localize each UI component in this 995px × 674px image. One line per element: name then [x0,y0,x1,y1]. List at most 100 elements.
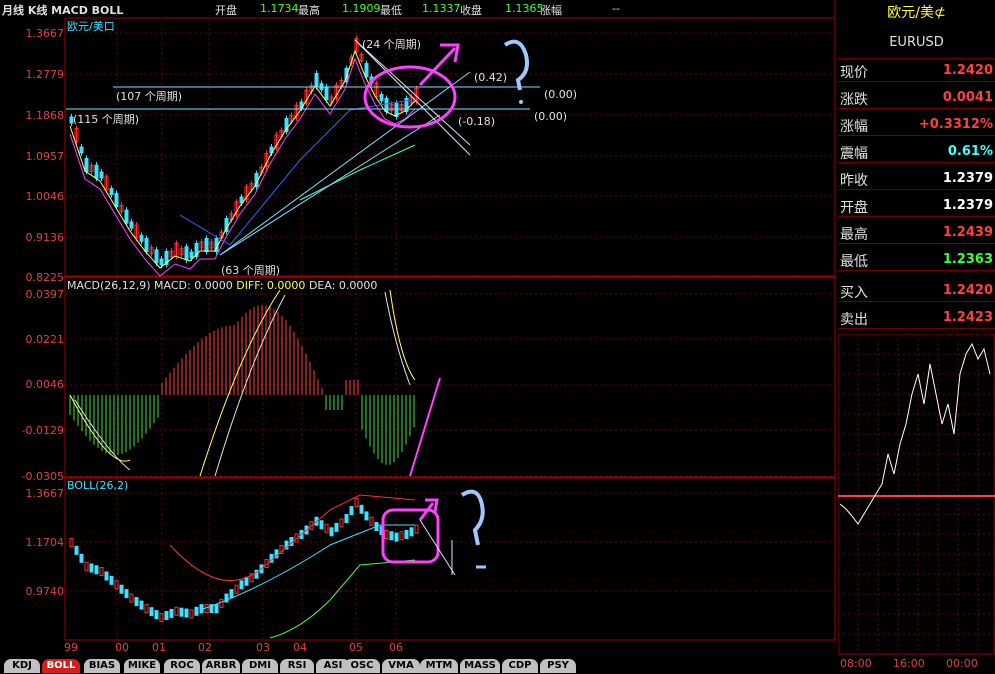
candle-body [314,73,319,87]
quote-row-value: 1.2423 [942,310,993,325]
candle-body [204,238,209,252]
tab-mass[interactable]: MASS [460,659,500,673]
tab-vma[interactable]: VMA [382,659,420,673]
intraday-x-tick: 00:00 [946,657,978,670]
boll-candle [169,608,174,618]
annotation-000-b: (0.00) [534,110,568,123]
tab-rsi[interactable]: RSI [280,659,314,673]
candle-body [159,258,164,266]
boll-y-tick: 1.1704 [25,536,65,549]
boll-candle [404,529,409,539]
quote-row-value: 1.2420 [942,283,993,298]
boll-candle [79,553,84,563]
boll-candle [184,608,189,618]
trend-line [219,71,471,256]
x-tick: 01 [152,641,166,654]
question-mark [460,489,485,546]
intraday-chart[interactable] [838,334,995,674]
boll-candle [339,518,344,528]
boll-candle [324,523,329,533]
boll-candle [139,600,144,610]
tab-osc[interactable]: OSC [344,659,380,673]
tab-cdp[interactable]: CDP [502,659,538,673]
boll-candle [144,604,149,614]
tab-mtm[interactable]: MTM [420,659,458,673]
x-tick: 05 [349,641,363,654]
quote-row-amplitude: 震幅 0.61% [838,140,995,163]
tab-arbr[interactable]: ARBR [202,659,240,673]
boll-candle [119,584,124,594]
candle-body [384,98,389,112]
candle-body [379,94,384,101]
candle-body [144,238,149,252]
x-tick: 00 [115,641,129,654]
ma-line [299,144,416,201]
candle-body [364,63,369,77]
y-tick: 0.8225 [25,271,65,284]
boll-candle [239,580,244,590]
quote-row-price: 现价 1.2420 [838,59,995,82]
boll-candle [149,607,154,617]
boll-candle [364,511,369,521]
boll-y-tick: 0.9740 [25,585,65,598]
quote-row-value: 1.2420 [942,63,993,78]
tab-boll[interactable]: BOLL [42,659,80,673]
annotation-24-period: (24 个周期) [362,38,422,51]
boll-candle [409,527,414,537]
boll-lower [269,559,416,639]
boll-candle [234,584,239,594]
tab-kdj[interactable]: KDJ [4,659,40,673]
candle-body [94,164,99,179]
candle-body [189,251,194,259]
boll-candle [394,532,399,542]
x-tick: 02 [198,641,212,654]
question-mark-dot [519,100,523,104]
quote-row-value: 1.2379 [942,171,993,186]
question-mark [503,39,529,91]
candle-body [139,234,144,242]
ma-line [179,99,411,246]
tab-roc[interactable]: ROC [164,659,200,673]
x-tick: 06 [389,641,403,654]
macd-value: MACD: 0.0000 [154,279,233,292]
x-tick: 99 [64,641,78,654]
intraday-x-tick: 08:00 [840,657,872,670]
quote-code: EURUSD [889,35,944,50]
boll-candle [94,565,99,575]
boll-candle [229,589,234,599]
candle-body [124,209,129,224]
y-tick: 1.0957 [25,150,65,163]
boll-y-tick: 1.3667 [25,487,65,500]
tab-bias[interactable]: BIAS [84,659,120,673]
boll-candle [414,524,419,534]
x-tick: 03 [256,641,270,654]
annotation-arrow [418,43,460,87]
boll-candle [349,506,354,516]
symbol-label: 欧元/美口 [67,20,115,33]
boll-candle [189,609,194,619]
boll-candle [399,531,404,541]
diff-value: DIFF: 0.0000 [236,279,306,292]
boll-candle [334,522,339,532]
boll-candle [74,545,79,555]
tab-dmi[interactable]: DMI [242,659,278,673]
boll-candle [389,531,394,541]
quote-row-prev-close: 昨收 1.2379 [838,167,995,190]
boll-candle [214,604,219,614]
quote-row-ask: 卖出 1.2423 [838,306,995,329]
quote-row-value: 1.2439 [942,225,993,240]
annotation-107-period: (107 个周期) [116,90,183,103]
boll-candle [99,567,104,577]
trend-line [354,39,471,146]
boll-candle [329,527,334,537]
boll-candle [134,597,139,607]
quote-row-label: 涨幅 [840,119,868,135]
tab-mike[interactable]: MIKE [124,659,160,673]
annotation-042: (0.42) [474,71,508,84]
tab-psy[interactable]: PSY [540,659,576,673]
annotation-018: (-0.18) [458,115,496,128]
quote-row-low: 最低 1.2363 [838,248,995,271]
boll-candle [369,516,374,526]
candle-body [109,188,114,196]
boll-candle [344,514,349,524]
